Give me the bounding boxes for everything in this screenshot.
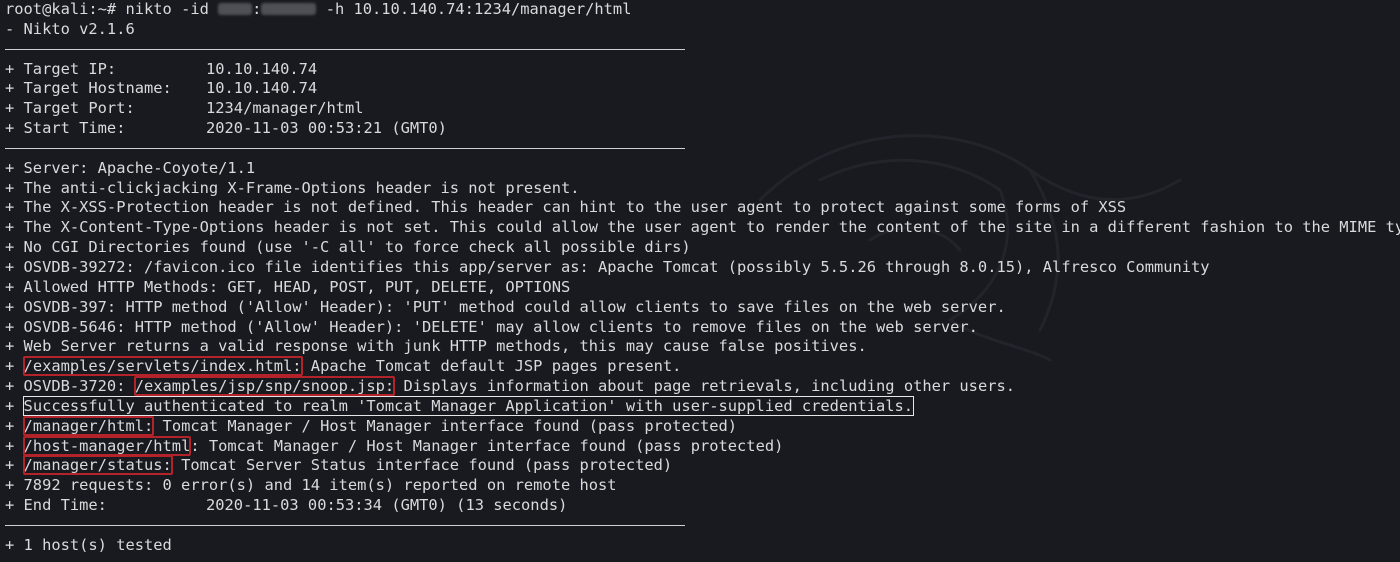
highlight-manager-path: /manager/html: (22, 415, 155, 436)
finding-auth: + Successfully authenticated to realm 'T… (5, 395, 915, 416)
command-line[interactable]: root@kali:~# nikto -id : -h 10.10.140.74… (5, 0, 1400, 20)
finding-examples: + /examples/servlets/index.html: Apache … (5, 356, 682, 377)
finding-server: + Server: Apache-Coyote/1.1 (5, 158, 256, 177)
requests-summary: + 7892 requests: 0 error(s) and 14 item(… (5, 476, 617, 495)
version-line: - Nikto v2.1.6 (5, 19, 135, 38)
finding-cgi: + No CGI Directories found (use '-C all'… (5, 238, 691, 257)
target-port-line: + Target Port: 1234/manager/html (5, 99, 364, 118)
target-hostname-line: + Target Hostname: 10.10.140.74 (5, 79, 318, 98)
separator (5, 40, 1400, 60)
finding-favicon: + OSVDB-39272: /favicon.ico file identif… (5, 257, 1210, 276)
target-ip-line: + Target IP: 10.10.140.74 (5, 59, 318, 78)
command-text: nikto -id (116, 0, 219, 18)
finding-content-type: + The X-Content-Type-Options header is n… (5, 218, 1400, 237)
finding-status: + /manager/status: Tomcat Server Status … (5, 455, 673, 476)
finding-xss-header: + The X-XSS-Protection header is not def… (5, 198, 1127, 217)
terminal-output: root@kali:~# nikto -id : -h 10.10.140.74… (5, 0, 1400, 556)
highlight-examples-path: /examples/servlets/index.html: (22, 356, 303, 377)
highlight-snoop-path: /examples/jsp/snp/snoop.jsp: (133, 376, 396, 397)
hosts-tested-line: + 1 host(s) tested (5, 535, 172, 554)
finding-methods: + Allowed HTTP Methods: GET, HEAD, POST,… (5, 277, 571, 296)
highlight-host-manager-path: /host-manager/html (22, 435, 192, 456)
highlight-auth-success: Successfully authenticated to realm 'Tom… (22, 395, 915, 416)
finding-clickjacking: + The anti-clickjacking X-Frame-Options … (5, 178, 580, 197)
separator (5, 139, 1400, 159)
finding-delete: + OSVDB-5646: HTTP method ('Allow' Heade… (5, 317, 978, 336)
finding-host-manager: + /host-manager/html: Tomcat Manager / H… (5, 435, 784, 456)
end-time-line: + End Time: 2020-11-03 00:53:34 (GMT0) (1… (5, 496, 568, 515)
command-target: -h 10.10.140.74:1234/manager/html (316, 0, 632, 18)
finding-snoop: + OSVDB-3720: /examples/jsp/snp/snoop.js… (5, 376, 1016, 397)
finding-put: + OSVDB-397: HTTP method ('Allow' Header… (5, 297, 1006, 316)
start-time-line: + Start Time: 2020-11-03 00:53:21 (GMT0) (5, 119, 447, 138)
separator (5, 516, 1400, 536)
finding-junk-methods: + Web Server returns a valid response wi… (5, 337, 867, 356)
highlight-status-path: /manager/status: (22, 455, 173, 476)
finding-manager: + /manager/html: Tomcat Manager / Host M… (5, 415, 738, 436)
redacted-username (218, 3, 253, 15)
shell-prompt: root@kali:~# (5, 0, 117, 18)
terminal-window[interactable]: root@kali:~# nikto -id : -h 10.10.140.74… (0, 0, 1400, 562)
redacted-password (261, 3, 317, 15)
